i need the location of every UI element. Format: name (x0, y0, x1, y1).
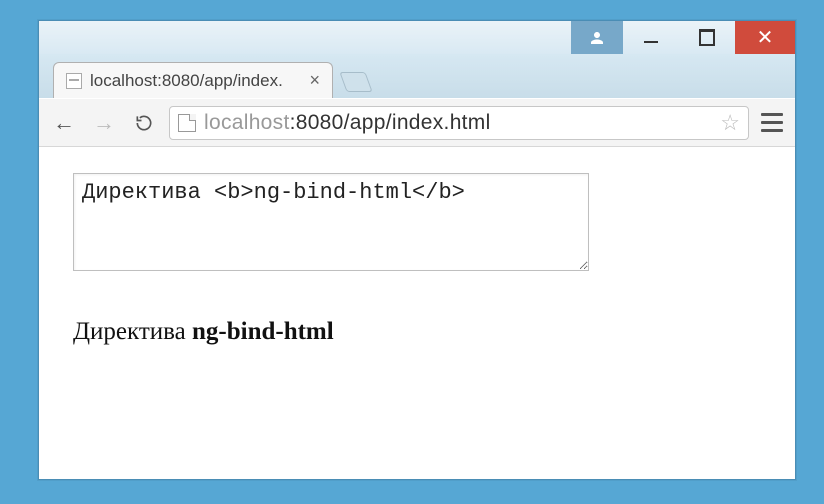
rendered-bold: ng-bind-html (192, 318, 334, 345)
browser-window: ✕ localhost:8080/app/index. × ← → localh… (38, 20, 796, 480)
user-profile-button[interactable] (571, 21, 623, 54)
page-content: Директива ng-bind-html (39, 147, 795, 372)
url-text: localhost:8080/app/index.html (204, 111, 712, 135)
tab-title: localhost:8080/app/index. (90, 71, 301, 91)
rendered-output: Директива ng-bind-html (73, 318, 761, 346)
directive-textarea[interactable] (73, 173, 589, 271)
forward-button[interactable]: → (89, 108, 119, 138)
reload-button[interactable] (129, 108, 159, 138)
close-tab-button[interactable]: × (309, 70, 320, 91)
close-window-button[interactable]: ✕ (735, 21, 795, 54)
browser-tab[interactable]: localhost:8080/app/index. × (53, 62, 333, 98)
address-bar[interactable]: localhost:8080/app/index.html ☆ (169, 106, 749, 140)
hamburger-line-icon (761, 113, 783, 116)
back-button[interactable]: ← (49, 108, 79, 138)
rendered-text: Директива (73, 318, 192, 345)
hamburger-line-icon (761, 121, 783, 124)
minimize-button[interactable] (623, 21, 679, 54)
reload-icon (134, 113, 154, 133)
user-icon (588, 29, 606, 47)
toolbar: ← → localhost:8080/app/index.html ☆ (39, 99, 795, 147)
maximize-button[interactable] (679, 21, 735, 54)
hamburger-line-icon (761, 129, 783, 132)
bookmark-star-icon[interactable]: ☆ (720, 110, 740, 136)
page-favicon-icon (66, 73, 82, 89)
page-icon (178, 114, 196, 132)
tab-strip: localhost:8080/app/index. × (39, 54, 795, 98)
new-tab-button[interactable] (339, 72, 372, 92)
menu-button[interactable] (759, 109, 785, 136)
titlebar: ✕ (39, 21, 795, 55)
